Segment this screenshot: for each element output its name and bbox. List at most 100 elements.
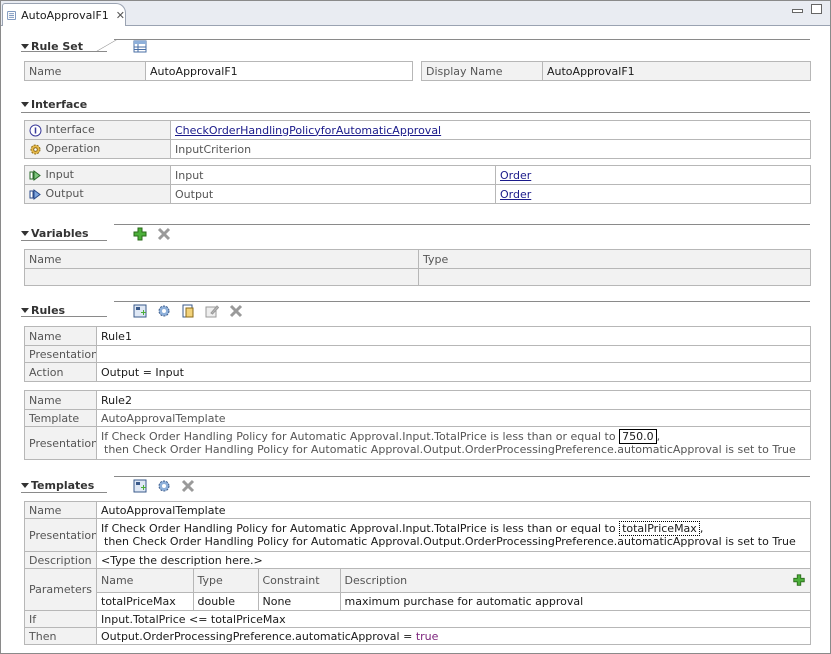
template-parameter-placeholder[interactable]: totalPriceMax: [619, 521, 700, 536]
add-rule-from-template-icon[interactable]: [156, 303, 172, 319]
template-then-field[interactable]: Output.OrderProcessingPreference.automat…: [96, 627, 811, 645]
editor-tab[interactable]: AutoApprovalF1 ✕: [2, 3, 126, 26]
template-then-keyword: true: [415, 629, 439, 643]
variables-col-name: Name: [24, 249, 419, 269]
gear-icon: [30, 144, 41, 155]
display-name-label: Display Name: [421, 61, 543, 81]
add-variable-icon[interactable]: [132, 226, 148, 242]
collapse-icon[interactable]: [21, 483, 29, 488]
param-constraint-cell[interactable]: None: [257, 591, 341, 610]
rule-document-icon[interactable]: [180, 303, 196, 319]
interface-link[interactable]: CheckOrderHandlingPolicyforAutomaticAppr…: [175, 124, 441, 137]
section-variables-toggle[interactable]: Variables: [21, 227, 89, 240]
rule2-presentation-line1: If Check Order Handling Policy for Autom…: [101, 430, 616, 443]
template-parameters-label: Parameters: [24, 568, 97, 611]
param-col-name: Name: [97, 569, 194, 593]
template-presentation-line2: then Check Order Handling Policy for Aut…: [104, 535, 796, 548]
delete-template-icon[interactable]: [180, 478, 196, 494]
editor-tab-label: AutoApprovalF1: [21, 8, 109, 22]
section-interface: Interface: [21, 98, 87, 111]
section-templates-toggle[interactable]: Templates: [21, 479, 94, 492]
variables-table: Name Type: [24, 249, 811, 286]
rule2-name-label: Name: [24, 390, 97, 410]
delete-variable-icon[interactable]: [156, 226, 172, 242]
param-description-cell[interactable]: maximum purchase for automatic approval: [339, 591, 810, 610]
rule2-table: Name Rule2 Template AutoApprovalTemplate…: [24, 390, 811, 460]
section-templates-title: Templates: [31, 479, 95, 492]
template-presentation-line1: If Check Order Handling Policy for Autom…: [101, 522, 616, 535]
section-variables-title: Variables: [31, 227, 89, 240]
template-description-field[interactable]: <Type the description here.>: [96, 551, 811, 569]
interface-label: Interface: [45, 123, 95, 137]
rule2-presentation-comma: ,: [656, 430, 661, 443]
collapse-icon[interactable]: [21, 308, 29, 313]
input-label: Input: [45, 168, 74, 182]
rule1-action-field[interactable]: Output = Input: [96, 362, 811, 382]
collapse-icon[interactable]: [21, 231, 29, 236]
template-then-expression: Output.OrderProcessingPreference.automat…: [101, 629, 416, 643]
template-if-label: If: [24, 610, 97, 628]
output-value: Output: [170, 184, 496, 204]
input-label-cell: Input: [24, 165, 171, 185]
edit-rule-icon[interactable]: [204, 303, 220, 319]
section-interface-title: Interface: [31, 98, 88, 111]
add-template-icon[interactable]: [132, 478, 148, 494]
template-name-label: Name: [24, 501, 97, 519]
rule-set-icon: [7, 10, 16, 20]
input-type-link[interactable]: Order: [500, 169, 531, 182]
rule-set-name-label: Name: [24, 61, 146, 81]
add-parameter-icon[interactable]: [792, 573, 806, 587]
display-name-field[interactable]: AutoApprovalF1: [542, 61, 811, 81]
operation-label-cell: Operation: [24, 139, 171, 159]
section-variables: Variables: [21, 227, 89, 240]
operation-label: Operation: [45, 142, 101, 156]
rule1-name-field[interactable]: Rule1: [96, 326, 811, 346]
param-col-description-cell: Description: [339, 569, 810, 593]
param-col-type: Type: [192, 569, 259, 593]
close-icon[interactable]: ✕: [116, 9, 125, 22]
rule2-presentation-label: Presentation: [24, 426, 97, 460]
table-view-icon[interactable]: [132, 39, 148, 55]
template-name-field[interactable]: AutoApprovalTemplate: [96, 501, 811, 519]
template-if-field[interactable]: Input.TotalPrice <= totalPriceMax: [96, 610, 811, 628]
section-templates: Templates: [21, 479, 94, 492]
rule1-name-label: Name: [24, 326, 97, 346]
template-then-label: Then: [24, 627, 97, 645]
operation-value: InputCriterion: [170, 139, 811, 159]
parameters-table: Name Type Constraint Description totalPr…: [97, 569, 810, 610]
template-settings-icon[interactable]: [156, 478, 172, 494]
template-presentation-cell[interactable]: If Check Order Handling Policy for Autom…: [96, 518, 811, 552]
output-label: Output: [45, 187, 84, 201]
template-description-label: Description: [24, 551, 97, 569]
rule2-presentation-line2: then Check Order Handling Policy for Aut…: [104, 443, 796, 456]
rule2-parameter-value-field[interactable]: 750.0: [619, 429, 657, 444]
rule1-presentation-field[interactable]: [96, 345, 811, 363]
input-value: Input: [170, 165, 496, 185]
io-table: Input Input Order Output Output Order: [24, 165, 811, 204]
param-type-cell[interactable]: double: [192, 591, 259, 610]
maximize-icon[interactable]: [811, 4, 822, 14]
rule1-presentation-label: Presentation: [24, 345, 97, 363]
variables-empty-cell[interactable]: [24, 268, 419, 286]
rule-set-table: Name AutoApprovalF1 Display Name AutoApp…: [24, 61, 811, 81]
template-presentation-label: Presentation: [24, 518, 97, 552]
template-presentation-comma: ,: [699, 522, 704, 535]
rule2-template-label: Template: [24, 409, 97, 427]
collapse-icon[interactable]: [21, 44, 29, 49]
editor-window: AutoApprovalF1 ✕ Rule Set Name AutoAppro…: [0, 0, 831, 654]
output-type-link[interactable]: Order: [500, 188, 531, 201]
rule-set-editor: Rule Set Name AutoApprovalF1 Display Nam…: [1, 27, 830, 653]
delete-rule-icon[interactable]: [228, 303, 244, 319]
variables-empty-cell[interactable]: [418, 268, 811, 286]
param-name-cell[interactable]: totalPriceMax: [97, 591, 194, 610]
section-interface-toggle[interactable]: Interface: [21, 98, 87, 111]
add-rule-icon[interactable]: [132, 303, 148, 319]
rule-set-name-field[interactable]: AutoApprovalF1: [145, 61, 413, 81]
interface-label-cell: Interface: [24, 120, 171, 140]
interface-table: Interface CheckOrderHandlingPolicyforAut…: [24, 120, 811, 159]
rule2-presentation-cell: If Check Order Handling Policy for Autom…: [96, 426, 811, 460]
collapse-icon[interactable]: [21, 102, 29, 107]
rule2-name-field[interactable]: Rule2: [96, 390, 811, 410]
rule2-template-value: AutoApprovalTemplate: [96, 409, 811, 427]
minimize-icon[interactable]: [792, 9, 803, 13]
